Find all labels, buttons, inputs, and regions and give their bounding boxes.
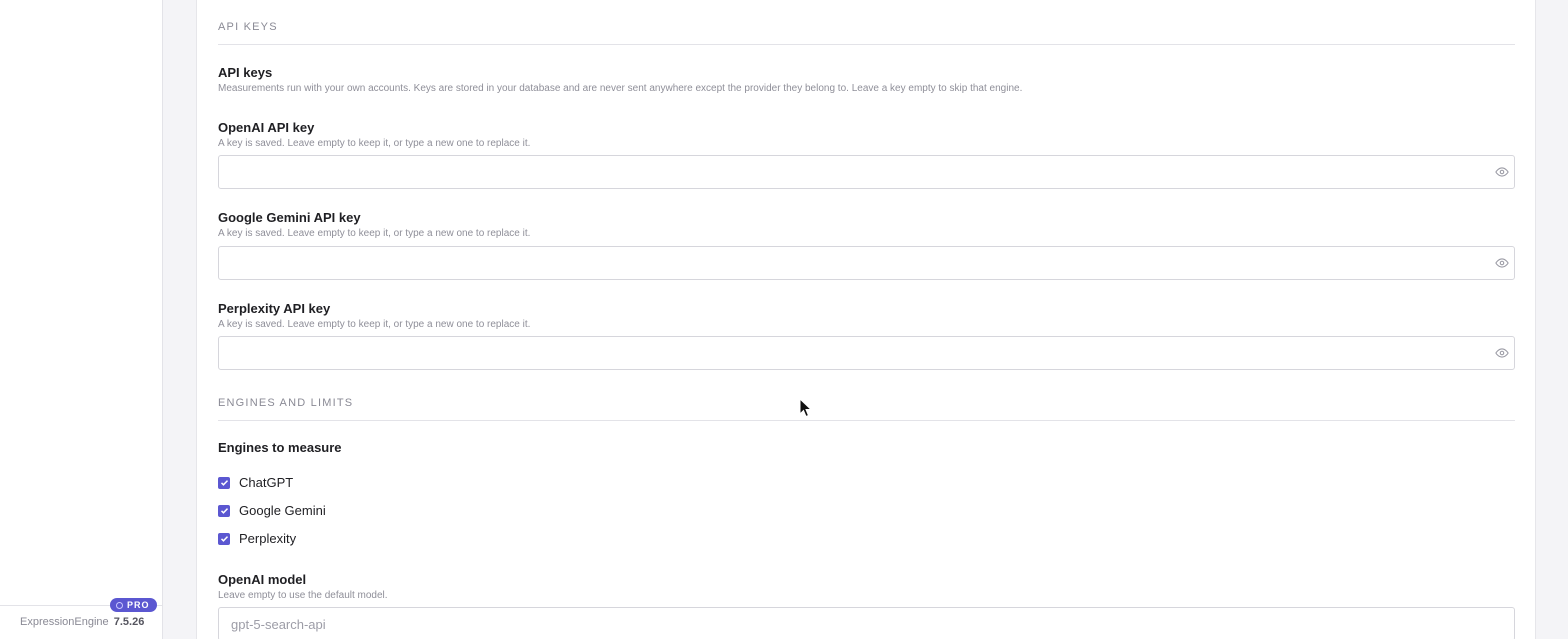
eye-icon[interactable] bbox=[1495, 256, 1509, 270]
openai-model-field bbox=[218, 607, 1515, 639]
pro-badge-label: PRO bbox=[127, 600, 150, 610]
openai-model-help: Leave empty to use the default model. bbox=[218, 590, 388, 601]
pro-circle-icon bbox=[116, 601, 123, 609]
gemini-key-label: Google Gemini API key bbox=[218, 210, 361, 225]
checkbox-checked[interactable] bbox=[218, 532, 230, 545]
mouse-cursor-icon bbox=[799, 398, 813, 418]
openai-model-input[interactable] bbox=[219, 608, 1514, 639]
sidebar bbox=[0, 0, 163, 639]
perplexity-key-help: A key is saved. Leave empty to keep it, … bbox=[218, 319, 531, 330]
engine-option-perplexity[interactable]: Perplexity bbox=[218, 531, 296, 546]
openai-key-label: OpenAI API key bbox=[218, 120, 315, 135]
openai-key-help: A key is saved. Leave empty to keep it, … bbox=[218, 138, 531, 149]
check-icon bbox=[220, 480, 228, 486]
gemini-key-help: A key is saved. Leave empty to keep it, … bbox=[218, 228, 531, 239]
perplexity-key-input[interactable] bbox=[219, 337, 1514, 369]
eye-icon[interactable] bbox=[1495, 346, 1509, 360]
version-info: ExpressionEngine 7.5.26 bbox=[20, 616, 144, 628]
pro-badge[interactable]: PRO bbox=[110, 598, 157, 612]
api-keys-description: Measurements run with your own accounts.… bbox=[218, 83, 1023, 94]
checkbox-checked[interactable] bbox=[218, 504, 230, 517]
gemini-key-input[interactable] bbox=[219, 247, 1514, 279]
perplexity-key-label: Perplexity API key bbox=[218, 301, 331, 316]
settings-panel: API KEYS API keys Measurements run with … bbox=[196, 0, 1536, 639]
openai-key-input[interactable] bbox=[219, 156, 1514, 188]
engine-option-label: Perplexity bbox=[239, 531, 297, 546]
engines-title: Engines to measure bbox=[218, 440, 342, 455]
engine-option-label: ChatGPT bbox=[239, 475, 294, 490]
openai-model-label: OpenAI model bbox=[218, 572, 307, 587]
api-keys-title: API keys bbox=[218, 65, 273, 80]
gemini-key-field bbox=[218, 246, 1515, 280]
check-icon bbox=[220, 536, 228, 542]
version-number: 7.5.26 bbox=[113, 616, 145, 628]
product-name: ExpressionEngine bbox=[20, 616, 109, 628]
perplexity-key-field bbox=[218, 336, 1515, 370]
openai-key-field bbox=[218, 155, 1515, 189]
engine-option-chatgpt[interactable]: ChatGPT bbox=[218, 475, 293, 490]
checkbox-checked[interactable] bbox=[218, 476, 230, 489]
engine-option-gemini[interactable]: Google Gemini bbox=[218, 503, 326, 518]
engine-option-label: Google Gemini bbox=[239, 503, 326, 518]
check-icon bbox=[220, 508, 228, 514]
section-heading-api-keys: API KEYS bbox=[218, 21, 1515, 45]
section-heading-engines: ENGINES AND LIMITS bbox=[218, 397, 1515, 421]
eye-icon[interactable] bbox=[1495, 165, 1509, 179]
